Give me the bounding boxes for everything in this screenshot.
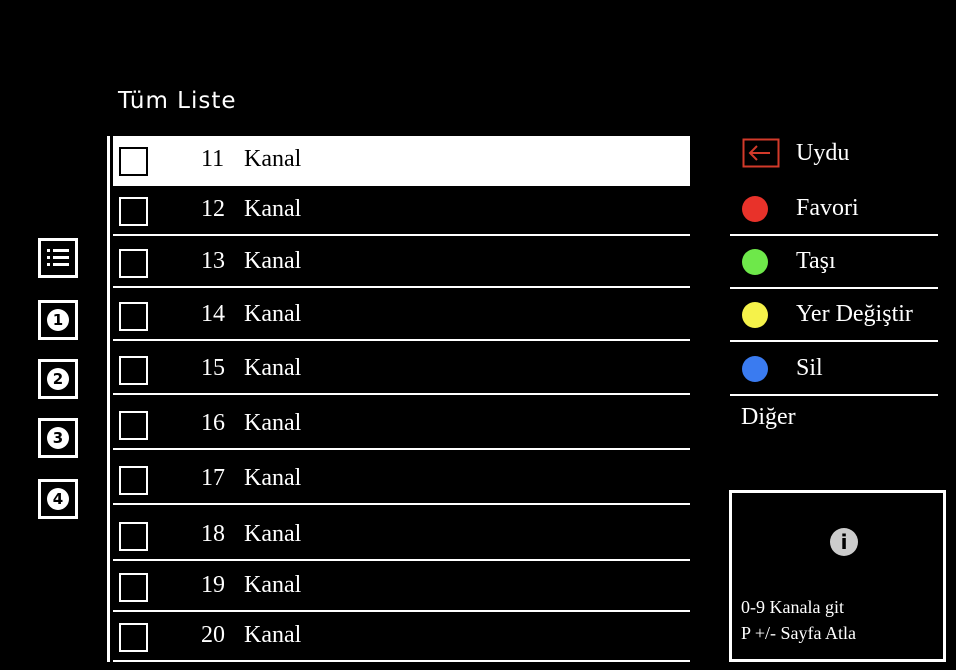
menu-swap[interactable]: Yer Değiştir (730, 287, 938, 342)
menu-delete-label: Sil (796, 355, 823, 381)
page-title: Tüm Liste (118, 88, 237, 114)
row-separator (113, 234, 690, 236)
channel-row[interactable]: 15 Kanal (113, 345, 690, 395)
info-icon: i (830, 528, 858, 556)
list-4-label: 4 (47, 488, 69, 510)
list-2-label: 2 (47, 368, 69, 390)
channel-number: 11 (201, 146, 225, 172)
channel-row[interactable]: 17 Kanal (113, 455, 690, 505)
row-separator (113, 503, 690, 505)
row-separator (113, 559, 690, 561)
channel-checkbox[interactable] (119, 302, 148, 331)
channel-number: 17 (201, 465, 225, 491)
green-button-icon (742, 249, 768, 275)
channel-checkbox[interactable] (119, 411, 148, 440)
channel-checkbox[interactable] (119, 623, 148, 652)
channel-row[interactable]: 18 Kanal (113, 511, 690, 561)
channel-name: Kanal (244, 301, 302, 327)
menu-move[interactable]: Taşı (730, 234, 938, 289)
menu-source-label: Uydu (796, 140, 850, 166)
channel-row[interactable]: 12 Kanal (113, 186, 690, 236)
channel-number: 19 (201, 572, 225, 598)
channel-name: Kanal (244, 196, 302, 222)
menu-separator (730, 394, 938, 396)
channel-number: 18 (201, 521, 225, 547)
menu-swap-label: Yer Değiştir (796, 301, 913, 327)
channel-row[interactable]: 13 Kanal (113, 238, 690, 288)
channel-row[interactable]: 14 Kanal (113, 291, 690, 341)
channel-checkbox[interactable] (119, 466, 148, 495)
row-separator (113, 286, 690, 288)
channel-checkbox[interactable] (119, 147, 148, 176)
menu-move-label: Taşı (796, 248, 836, 274)
menu-favorite[interactable]: Favori (730, 181, 938, 236)
yellow-button-icon (742, 302, 768, 328)
channel-row[interactable]: 11 Kanal (113, 136, 690, 186)
channel-name: Kanal (244, 521, 302, 547)
list-3-label: 3 (47, 427, 69, 449)
row-separator (113, 660, 690, 662)
channel-name: Kanal (244, 248, 302, 274)
list-4-icon[interactable]: 4 (38, 479, 78, 519)
list-2-icon[interactable]: 2 (38, 359, 78, 399)
channel-checkbox[interactable] (119, 573, 148, 602)
channel-name: Kanal (244, 465, 302, 491)
channel-row[interactable]: 20 Kanal (113, 612, 690, 662)
info-line-2: P +/- Sayfa Atla (741, 623, 856, 643)
list-3-icon[interactable]: 3 (38, 418, 78, 458)
channel-number: 20 (201, 622, 225, 648)
list-icon[interactable] (38, 238, 78, 278)
channel-checkbox[interactable] (119, 249, 148, 278)
menu-other[interactable]: Diğer (741, 404, 796, 431)
channel-name: Kanal (244, 572, 302, 598)
channel-checkbox[interactable] (119, 197, 148, 226)
row-separator (113, 393, 690, 395)
channel-checkbox[interactable] (119, 522, 148, 551)
row-separator (113, 339, 690, 341)
blue-button-icon (742, 356, 768, 382)
list-1-icon[interactable]: 1 (38, 300, 78, 340)
channel-checkbox[interactable] (119, 356, 148, 385)
menu-delete[interactable]: Sil (730, 341, 938, 396)
info-panel: i 0-9 Kanala git P +/- Sayfa Atla (729, 490, 946, 662)
menu-favorite-label: Favori (796, 195, 859, 221)
channel-number: 16 (201, 410, 225, 436)
list-1-label: 1 (47, 309, 69, 331)
input-source-icon (742, 138, 780, 173)
info-line-1: 0-9 Kanala git (741, 597, 844, 617)
channel-number: 12 (201, 196, 225, 222)
channel-name: Kanal (244, 146, 302, 172)
channel-number: 13 (201, 248, 225, 274)
red-button-icon (742, 196, 768, 222)
channel-name: Kanal (244, 622, 302, 648)
menu-source[interactable]: Uydu (730, 126, 938, 181)
channel-row[interactable]: 19 Kanal (113, 562, 690, 612)
channel-number: 15 (201, 355, 225, 381)
channel-number: 14 (201, 301, 225, 327)
list-divider (107, 136, 110, 662)
channel-name: Kanal (244, 410, 302, 436)
channel-row[interactable]: 16 Kanal (113, 400, 690, 450)
channel-name: Kanal (244, 355, 302, 381)
row-separator (113, 448, 690, 450)
